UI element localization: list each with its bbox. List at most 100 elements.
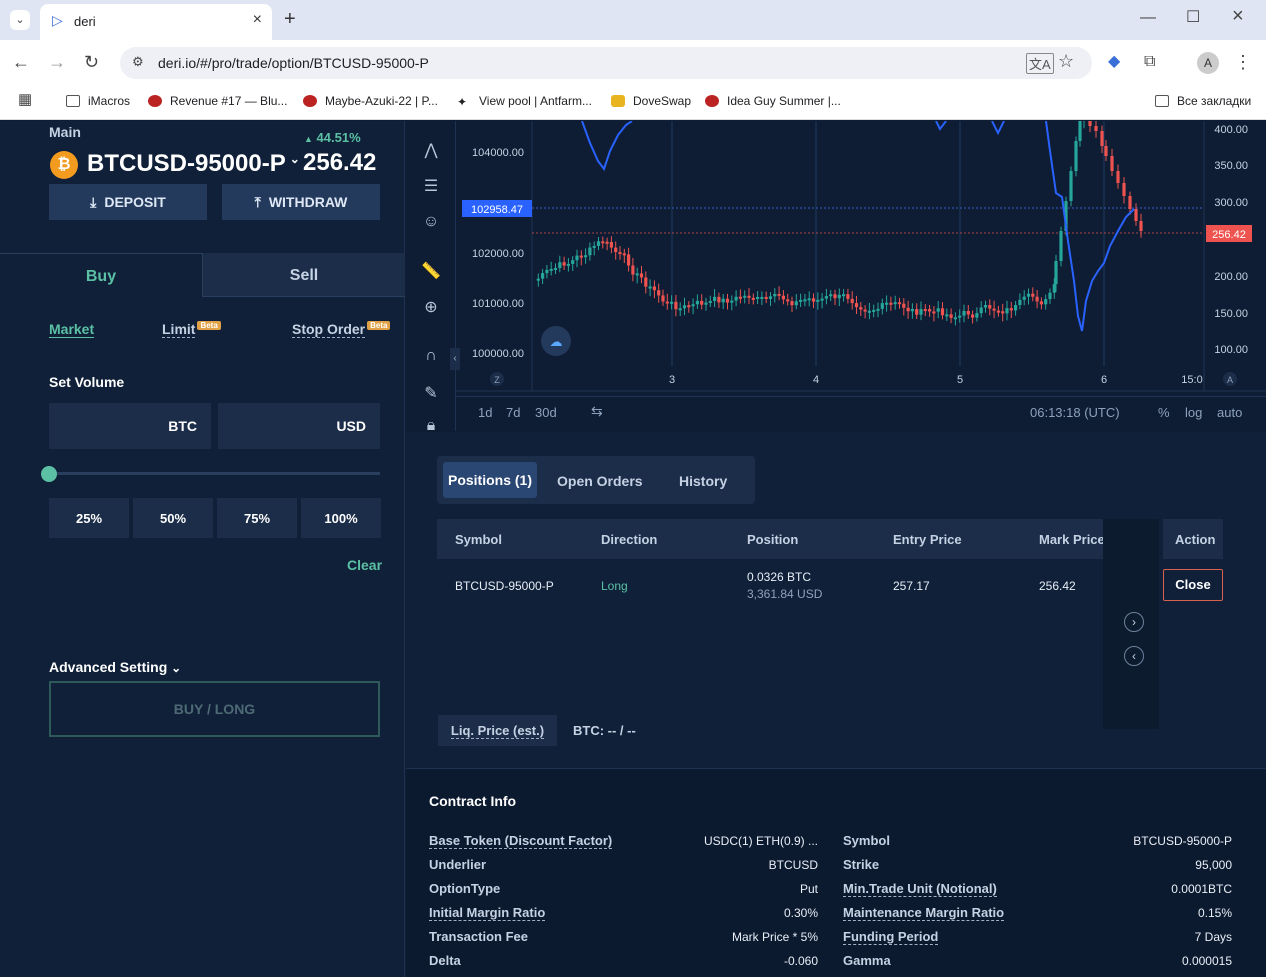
symbol-selector[interactable]: BTCUSD-95000-P ⌄: [87, 150, 300, 178]
extensions-puzzle-icon[interactable]: ⧉: [1144, 52, 1155, 72]
bookmark-item[interactable]: Revenue #17 — Blu...: [148, 92, 287, 110]
order-type-market[interactable]: Market: [49, 321, 95, 338]
candle-body: [691, 304, 695, 307]
range-7d[interactable]: 7d: [506, 405, 520, 420]
candle-body: [824, 296, 828, 299]
pattern-tool-icon[interactable]: ⋀: [420, 140, 442, 162]
price-change: ▲ 44.51%: [304, 130, 361, 145]
close-window-icon[interactable]: ×: [1232, 6, 1244, 26]
collapse-toolbar-icon[interactable]: ‹: [450, 348, 460, 370]
extension-bird-icon[interactable]: ◆: [1108, 52, 1120, 72]
tab-sell[interactable]: Sell: [203, 253, 405, 297]
volume-slider-track[interactable]: [49, 472, 380, 475]
contract-key[interactable]: Min.Trade Unit (Notional): [843, 881, 997, 897]
auto-toggle[interactable]: auto: [1217, 405, 1242, 420]
crosshair-price: 102958.47: [471, 204, 523, 216]
percent-toggle[interactable]: %: [1158, 405, 1170, 420]
clear-button[interactable]: Clear: [347, 557, 382, 573]
contract-value: BTCUSD-95000-P: [1133, 834, 1232, 848]
fib-tool-icon[interactable]: ☰: [420, 176, 442, 198]
contract-key[interactable]: Base Token (Discount Factor): [429, 833, 613, 849]
bookmark-label: Revenue #17 — Blu...: [170, 94, 288, 108]
candle-body: [807, 298, 811, 301]
close-tab-icon[interactable]: ×: [253, 11, 262, 29]
contract-key[interactable]: Maintenance Margin Ratio: [843, 905, 1005, 921]
tab-open-orders[interactable]: Open Orders: [557, 473, 643, 489]
candle-body: [622, 253, 626, 256]
bookmark-item[interactable]: Maybe-Azuki-22 | P...: [303, 92, 438, 110]
emoji-tool-icon[interactable]: ☺: [420, 213, 442, 235]
scroll-left-icon[interactable]: ‹: [1124, 646, 1144, 666]
candle-body: [764, 296, 768, 299]
close-position-button[interactable]: Close: [1163, 569, 1223, 601]
candle-body: [897, 302, 902, 305]
order-type-stop[interactable]: Stop Order Beta: [292, 321, 391, 338]
apps-grid-icon[interactable]: ▦: [18, 90, 32, 110]
pct-25-button[interactable]: 25%: [49, 498, 129, 538]
forward-icon[interactable]: →: [48, 52, 66, 72]
candle-body: [644, 277, 648, 287]
chart-canvas[interactable]: 104000.00 102000.00 101000.00 100000.00 400.…: [406, 121, 1266, 431]
new-tab-icon[interactable]: +: [284, 9, 296, 29]
browser-menu-icon[interactable]: ⋮: [1234, 52, 1252, 72]
site-info-icon[interactable]: ⚙: [132, 54, 144, 70]
download-icon: ⤓: [90, 193, 97, 210]
range-30d[interactable]: 30d: [535, 405, 557, 420]
tab-history[interactable]: History: [679, 473, 727, 489]
minimize-icon[interactable]: —: [1140, 8, 1156, 28]
pencil-lock-icon[interactable]: ✎: [420, 383, 442, 405]
candle-body: [605, 241, 609, 244]
log-toggle[interactable]: log: [1185, 405, 1202, 420]
bookmark-item[interactable]: ✦ View pool | Antfarm...: [457, 92, 592, 110]
profile-avatar[interactable]: A: [1197, 52, 1219, 74]
withdraw-button[interactable]: ⤒ WITHDRAW: [222, 184, 380, 220]
bookmark-item[interactable]: DoveSwap: [611, 92, 691, 110]
chart-clock[interactable]: 06:13:18 (UTC): [1030, 405, 1120, 420]
eye-icon: [303, 95, 317, 107]
bitcoin-icon: ₿: [50, 151, 78, 179]
bookmark-item[interactable]: iMacros: [66, 92, 130, 110]
x-axis-tick: 5: [957, 374, 963, 386]
col-position: Position: [747, 532, 799, 547]
right-axis-tick: 150.00: [1214, 308, 1248, 320]
contract-key: Delta: [429, 953, 461, 968]
tab-positions[interactable]: Positions (1): [443, 462, 537, 498]
pct-100-button[interactable]: 100%: [301, 498, 381, 538]
usd-amount-input[interactable]: USD: [218, 403, 380, 449]
bookmark-star-icon[interactable]: ☆: [1058, 51, 1074, 72]
candle-body: [932, 311, 936, 314]
ruler-icon[interactable]: 📏: [420, 261, 442, 283]
candle-body: [915, 309, 919, 315]
contract-key[interactable]: Initial Margin Ratio: [429, 905, 546, 921]
date-range-icon[interactable]: ⇆: [591, 403, 603, 420]
scroll-right-icon[interactable]: ›: [1124, 612, 1144, 632]
candle-body: [859, 307, 863, 310]
tab-list-icon[interactable]: ⌄: [10, 10, 30, 30]
reload-icon[interactable]: ↻: [84, 52, 99, 72]
advanced-setting-toggle[interactable]: Advanced Setting ⌄: [49, 659, 181, 675]
contract-value: 0.30%: [783, 906, 818, 920]
maximize-icon[interactable]: ☐: [1186, 8, 1200, 28]
order-type-limit[interactable]: Limit Beta: [162, 321, 221, 338]
magnet-icon[interactable]: ∩: [420, 347, 442, 369]
candle-body: [1094, 126, 1098, 131]
tab-buy[interactable]: Buy: [0, 253, 203, 297]
back-icon[interactable]: ←: [12, 52, 30, 72]
zoom-in-icon[interactable]: ⊕: [420, 297, 442, 319]
volume-slider-handle[interactable]: [41, 466, 57, 482]
btc-amount-input[interactable]: BTC: [49, 403, 211, 449]
deposit-button[interactable]: ⤓ DEPOSIT: [49, 184, 207, 220]
price-chart[interactable]: 104000.00 102000.00 101000.00 100000.00 400.…: [406, 121, 1266, 431]
address-bar[interactable]: ⚙ deri.io/#/pro/trade/option/BTCUSD-9500…: [120, 47, 1092, 79]
pct-50-button[interactable]: 50%: [133, 498, 213, 538]
range-1d[interactable]: 1d: [478, 405, 492, 420]
translate-icon[interactable]: 文A: [1026, 53, 1054, 74]
buy-long-button[interactable]: BUY / LONG: [49, 681, 380, 737]
candle-body: [1139, 221, 1143, 231]
all-bookmarks[interactable]: Все закладки: [1155, 92, 1251, 110]
browser-tab[interactable]: ▷ deri ×: [40, 4, 272, 40]
contract-key[interactable]: Funding Period: [843, 929, 939, 945]
contract-key: Transaction Fee: [429, 929, 528, 944]
pct-75-button[interactable]: 75%: [217, 498, 297, 538]
bookmark-item[interactable]: Idea Guy Summer |...: [705, 92, 841, 110]
